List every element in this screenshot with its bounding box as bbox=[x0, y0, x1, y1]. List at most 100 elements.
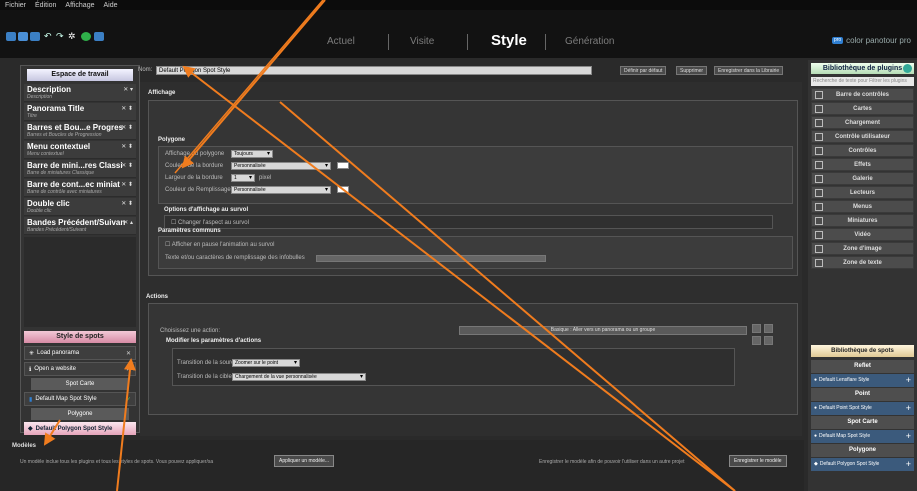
save-to-library-button[interactable]: Enregistrer dans la Librairie bbox=[714, 66, 784, 75]
fill-color-swatch[interactable] bbox=[337, 186, 349, 193]
save-as-icon[interactable] bbox=[30, 32, 40, 41]
delete-button[interactable]: Supprimer bbox=[676, 66, 708, 75]
plugin-item[interactable]: Contrôle utilisateur bbox=[811, 130, 914, 143]
plugin-item[interactable]: Lecteurs bbox=[811, 186, 914, 199]
action-down-button[interactable] bbox=[764, 336, 773, 345]
selected-spot-style[interactable]: ◆ Default Polygon Spot Style bbox=[24, 422, 136, 435]
workspace-item[interactable]: Panorama Title Titre ✕ ⬍ bbox=[24, 103, 136, 121]
pause-checkbox[interactable]: ☐ Afficher en pause l'animation au survo… bbox=[165, 241, 274, 248]
spot-library-category: Reflet bbox=[811, 360, 914, 373]
item-controls[interactable]: ✕ ⬍ bbox=[121, 181, 133, 188]
item-title: Bandes Précédent/Suivan bbox=[27, 218, 126, 227]
save-template-button[interactable]: Enregistrer le modèle bbox=[729, 455, 787, 467]
style-name-input[interactable]: Default Polygon Spot Style bbox=[156, 66, 592, 75]
tab-visite[interactable]: Visite bbox=[410, 36, 434, 47]
border-width-stepper[interactable]: 1 bbox=[231, 174, 255, 182]
workspace-item[interactable]: Menu contextuel Menu contextuel ✕ ⬍ bbox=[24, 141, 136, 159]
spot-library-item[interactable]: ◆ Default Polygon Spot Style + bbox=[811, 458, 914, 471]
action-select[interactable]: Basique : Aller vers un panorama ou un g… bbox=[459, 326, 747, 335]
menu-affichage[interactable]: Affichage bbox=[65, 2, 94, 9]
workspace-item[interactable]: Double clic Double clic ✕ ⬍ bbox=[24, 198, 136, 216]
transition-source-dropdown[interactable]: Zoomer sur le point bbox=[232, 359, 300, 367]
item-subtitle: Barre de contrôle avec miniatures bbox=[27, 189, 102, 195]
undo-icon[interactable]: ↶ bbox=[44, 32, 54, 41]
workspace-item[interactable]: Description Description ✕ ▾ bbox=[24, 84, 136, 102]
spot-library-header: Bibliothèque de spots bbox=[811, 345, 914, 357]
brand: pro color panotour pro bbox=[832, 36, 911, 45]
plugin-item[interactable]: Miniatures bbox=[811, 214, 914, 227]
add-action-button[interactable] bbox=[752, 324, 761, 333]
plugin-item[interactable]: Chargement bbox=[811, 116, 914, 129]
add-icon[interactable]: + bbox=[906, 458, 911, 471]
plugin-item[interactable]: Menus bbox=[811, 200, 914, 213]
workspace-item[interactable]: Barre de mini...res Classi Barre de minia… bbox=[24, 160, 136, 178]
border-color-swatch[interactable] bbox=[337, 162, 349, 169]
item-controls[interactable]: ✕ ▾ bbox=[123, 86, 133, 93]
tab-generation[interactable]: Génération bbox=[565, 36, 614, 47]
section-actions: Actions bbox=[146, 294, 169, 300]
image-zone-icon bbox=[815, 245, 823, 253]
new-project-icon[interactable] bbox=[6, 32, 16, 41]
plugin-item[interactable]: Zone d'image bbox=[811, 242, 914, 255]
polygon-display-dropdown[interactable]: Toujours bbox=[231, 150, 273, 158]
add-icon[interactable]: + bbox=[906, 374, 911, 387]
plugin-item[interactable]: Contrôles bbox=[811, 144, 914, 157]
transition-target-dropdown[interactable]: Chargement de la vue personnalisée bbox=[232, 373, 366, 381]
tab-actuel[interactable]: Actuel bbox=[327, 36, 355, 47]
menu-fichier[interactable]: Fichier bbox=[5, 2, 26, 9]
item-controls[interactable]: ✕ ⬍ bbox=[121, 124, 133, 131]
toolbar: ↶ ↷ ✲ Actuel Visite Style Génération pro… bbox=[0, 10, 917, 58]
add-icon[interactable]: + bbox=[906, 430, 911, 443]
add-icon[interactable]: + bbox=[906, 402, 911, 415]
item-controls[interactable]: ✕ ⬍ bbox=[121, 162, 133, 169]
plugin-item[interactable]: Galerie bbox=[811, 172, 914, 185]
item-controls[interactable]: ✕ ▴ bbox=[123, 219, 133, 226]
settings-icon[interactable]: ✲ bbox=[68, 32, 78, 41]
row-label: Largeur de la bordure bbox=[165, 175, 223, 181]
item-controls[interactable]: ✕ ⬍ bbox=[121, 200, 133, 207]
pause-checkbox-label: Afficher en pause l'animation au survol bbox=[171, 242, 275, 248]
tab-style[interactable]: Style bbox=[491, 32, 527, 49]
workspace-header: Espace de travail bbox=[27, 69, 133, 81]
workspace-item[interactable]: Barre de cont...ec miniat Barre de contrô… bbox=[24, 179, 136, 197]
spot-item[interactable]: ✳ Load panorama ✕ bbox=[24, 346, 136, 360]
redo-icon[interactable]: ↷ bbox=[56, 32, 66, 41]
action-up-button[interactable] bbox=[752, 336, 761, 345]
spot-library-item[interactable]: ● Default Point Spot Style + bbox=[811, 402, 914, 415]
play-icon[interactable] bbox=[81, 32, 91, 41]
refresh-icon[interactable] bbox=[903, 64, 912, 73]
menu-edition[interactable]: Édition bbox=[35, 2, 56, 9]
spot-library-item[interactable]: ● Default Map Spot Style + bbox=[811, 430, 914, 443]
plugin-item[interactable]: Barre de contrôles bbox=[811, 88, 914, 101]
item-subtitle: Bandes Précédent/Suivant bbox=[27, 227, 87, 233]
plugin-item[interactable]: Zone de texte bbox=[811, 256, 914, 269]
border-color-dropdown[interactable]: Personnalisée bbox=[231, 162, 331, 170]
fill-color-dropdown[interactable]: Personnalisée bbox=[231, 186, 331, 194]
plugin-search-input[interactable]: Recherche de texte pour Filtrer les plug… bbox=[811, 77, 914, 86]
hover-checkbox[interactable]: ☐ Changer l'aspect au survol bbox=[171, 219, 249, 226]
spot-item[interactable]: ℹ Open a website ✕ bbox=[24, 362, 136, 376]
screen-icon[interactable] bbox=[94, 32, 104, 41]
apply-template-button[interactable]: Appliquer un modèle... bbox=[274, 455, 335, 467]
menu-aide[interactable]: Aide bbox=[103, 2, 117, 9]
plugin-item[interactable]: Cartes bbox=[811, 102, 914, 115]
item-controls[interactable]: ✕ ⬍ bbox=[121, 143, 133, 150]
plugin-label: Zone d'image bbox=[843, 246, 882, 252]
item-subtitle: Barres et Boucles de Progression bbox=[27, 132, 102, 138]
spot-library-item[interactable]: ● Default Lensflare Style + bbox=[811, 374, 914, 387]
save-icon[interactable] bbox=[18, 32, 28, 41]
remove-action-button[interactable] bbox=[764, 324, 773, 333]
tooltip-text-field[interactable] bbox=[316, 255, 546, 262]
close-icon[interactable]: ✕ bbox=[126, 350, 131, 357]
hover-options-group: ☐ Changer l'aspect au survol bbox=[164, 215, 773, 229]
item-subtitle: Barre de miniatures Classique bbox=[27, 170, 94, 176]
item-controls[interactable]: ✕ ⬍ bbox=[121, 105, 133, 112]
menu-bar: Fichier Édition Affichage Aide bbox=[0, 0, 917, 10]
plugin-item[interactable]: Effets bbox=[811, 158, 914, 171]
spot-item[interactable]: ▮ Default Map Spot Style ✓ bbox=[24, 392, 136, 406]
plugin-item[interactable]: Vidéo bbox=[811, 228, 914, 241]
workspace-item[interactable]: Bandes Précédent/Suivan Bandes Précédent/… bbox=[24, 217, 136, 235]
set-default-button[interactable]: Définir par défaut bbox=[620, 66, 667, 75]
workspace-item[interactable]: Barres et Bou...e Progres Barres et Boucl… bbox=[24, 122, 136, 140]
close-icon[interactable]: ✕ bbox=[126, 366, 131, 373]
